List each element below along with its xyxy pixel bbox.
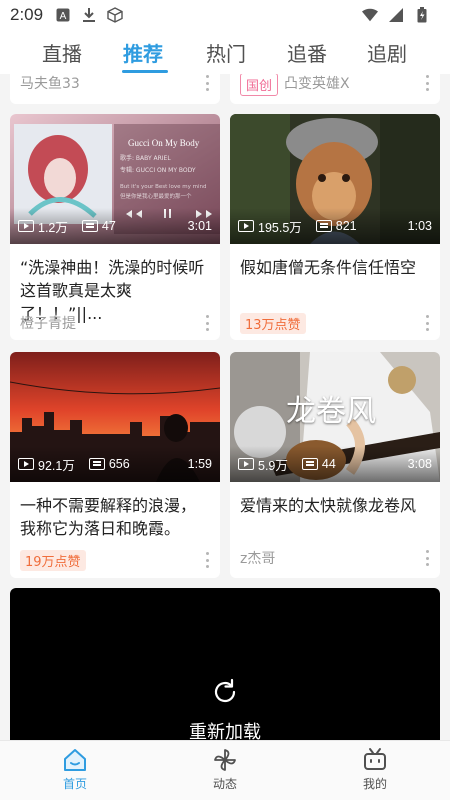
likes-badge: 19万点赞 <box>20 550 86 571</box>
video-thumbnail[interactable]: 龙卷风 5.9万 44 3:08 <box>230 352 440 482</box>
download-icon <box>81 7 97 23</box>
author-name: z杰哥 <box>240 551 276 567</box>
nav-dynamic[interactable]: 动态 <box>185 747 265 792</box>
video-title[interactable]: 一种不需要解释的浪漫，我称它为落日和晚霞。 <box>20 494 210 540</box>
svg-text:But it's your Best love my min: But it's your Best love my mind <box>120 184 207 190</box>
tab-hot[interactable]: 热门 <box>206 38 246 67</box>
tv-icon <box>364 748 386 770</box>
home-icon <box>64 749 86 771</box>
wifi-icon <box>362 7 378 23</box>
danmaku-count-icon <box>301 458 318 470</box>
tab-recommend[interactable]: 推荐 <box>123 38 163 67</box>
video-duration: 1:03 <box>407 219 432 233</box>
more-options-icon[interactable] <box>424 315 430 331</box>
video-card[interactable]: 歌手: BABY ARIEL 专辑: GUCCI ON MY BODY But … <box>10 114 220 340</box>
danmaku-count: 47 <box>101 219 116 233</box>
video-stats: 1.2万 47 3:01 <box>10 208 220 244</box>
play-count: 1.2万 <box>38 220 68 235</box>
more-options-icon[interactable] <box>204 75 210 91</box>
bottom-navigation: 首页 动态 我的 <box>0 740 450 800</box>
danmaku-count-icon <box>88 458 105 470</box>
pinwheel-icon <box>214 749 236 771</box>
reload-icon[interactable] <box>211 678 239 706</box>
video-card[interactable]: 国创 凸变英雄X <box>230 74 440 104</box>
more-options-icon[interactable] <box>424 550 430 566</box>
thumbnail-title: 龙卷风 <box>286 394 376 429</box>
video-stats: 5.9万 44 3:08 <box>230 446 440 482</box>
play-count-icon <box>238 220 254 232</box>
svg-text:歌手: BABY ARIEL: 歌手: BABY ARIEL <box>120 154 171 162</box>
author-name: 橙子青提 <box>20 316 76 332</box>
play-count: 5.9万 <box>258 458 288 473</box>
video-duration: 3:01 <box>187 219 212 233</box>
video-stats: 92.1万 656 1:59 <box>10 446 220 482</box>
video-thumbnail[interactable]: 歌手: BABY ARIEL 专辑: GUCCI ON MY BODY But … <box>10 114 220 244</box>
inline-video-player[interactable]: 重新加载 <box>10 588 440 740</box>
play-count-icon <box>18 220 34 232</box>
video-duration: 1:59 <box>187 457 212 471</box>
tab-drama[interactable]: 追剧 <box>367 38 407 67</box>
author-name: 凸变英雄X <box>284 76 350 92</box>
video-card[interactable]: 龙卷风 5.9万 44 3:08 爱情来的太快就像龙卷风 z杰哥 <box>230 352 440 578</box>
tab-live[interactable]: 直播 <box>42 38 82 67</box>
author-name: 马夫鱼33 <box>20 76 80 92</box>
status-bar: 2:09 A <box>0 0 450 30</box>
tab-anime[interactable]: 追番 <box>287 38 327 67</box>
svg-text:A: A <box>60 11 67 22</box>
video-duration: 3:08 <box>407 457 432 471</box>
svg-text:专辑: GUCCI ON MY BODY: 专辑: GUCCI ON MY BODY <box>120 166 196 174</box>
nav-mine-label: 我的 <box>362 777 387 791</box>
status-time: 2:09 <box>10 5 44 24</box>
battery-charging-icon <box>414 7 430 23</box>
channel-tab-bar: 直播 推荐 热门 追番 追剧 <box>0 30 450 74</box>
nav-home[interactable]: 首页 <box>35 747 115 792</box>
video-title[interactable]: 爱情来的太快就像龙卷风 <box>240 494 430 517</box>
nav-mine[interactable]: 我的 <box>335 747 415 792</box>
video-thumbnail[interactable]: 92.1万 656 1:59 <box>10 352 220 482</box>
danmaku-count-icon <box>81 220 98 232</box>
nav-dynamic-label: 动态 <box>212 777 237 791</box>
play-count-icon <box>18 458 34 470</box>
danmaku-count: 44 <box>321 457 336 471</box>
active-tab-indicator <box>122 70 168 73</box>
video-feed[interactable]: 马夫鱼33 国创 凸变英雄X 歌手: BABY ARIEL 专辑: GUCCI … <box>0 74 450 740</box>
danmaku-count-icon <box>315 220 332 232</box>
app-notification-icon: A <box>55 7 71 23</box>
thumbnail-title: Gucci On My Body <box>128 138 200 148</box>
cellular-signal-icon <box>388 7 404 23</box>
video-stats: 195.5万 821 1:03 <box>230 208 440 244</box>
origin-badge: 国创 <box>240 74 279 96</box>
video-card[interactable]: 马夫鱼33 <box>10 74 220 104</box>
video-card[interactable]: 92.1万 656 1:59 一种不需要解释的浪漫，我称它为落日和晚霞。 19万… <box>10 352 220 578</box>
nav-home-label: 首页 <box>62 777 87 791</box>
svg-text:但是你是我心里最爱的那一个: 但是你是我心里最爱的那一个 <box>120 192 192 200</box>
video-thumbnail[interactable]: 195.5万 821 1:03 <box>230 114 440 244</box>
more-options-icon[interactable] <box>424 75 430 91</box>
more-options-icon[interactable] <box>204 315 210 331</box>
reload-button[interactable]: 重新加载 <box>10 718 440 740</box>
play-count: 195.5万 <box>258 220 302 235</box>
play-count-icon <box>238 458 254 470</box>
more-options-icon[interactable] <box>204 552 210 568</box>
danmaku-count: 656 <box>108 457 130 471</box>
play-count: 92.1万 <box>38 458 75 473</box>
likes-badge: 13万点赞 <box>240 313 306 334</box>
danmaku-count: 821 <box>335 219 357 233</box>
video-title[interactable]: 假如唐僧无条件信任悟空 <box>240 256 430 279</box>
video-card[interactable]: 195.5万 821 1:03 假如唐僧无条件信任悟空 13万点赞 <box>230 114 440 340</box>
box-icon <box>107 7 123 23</box>
